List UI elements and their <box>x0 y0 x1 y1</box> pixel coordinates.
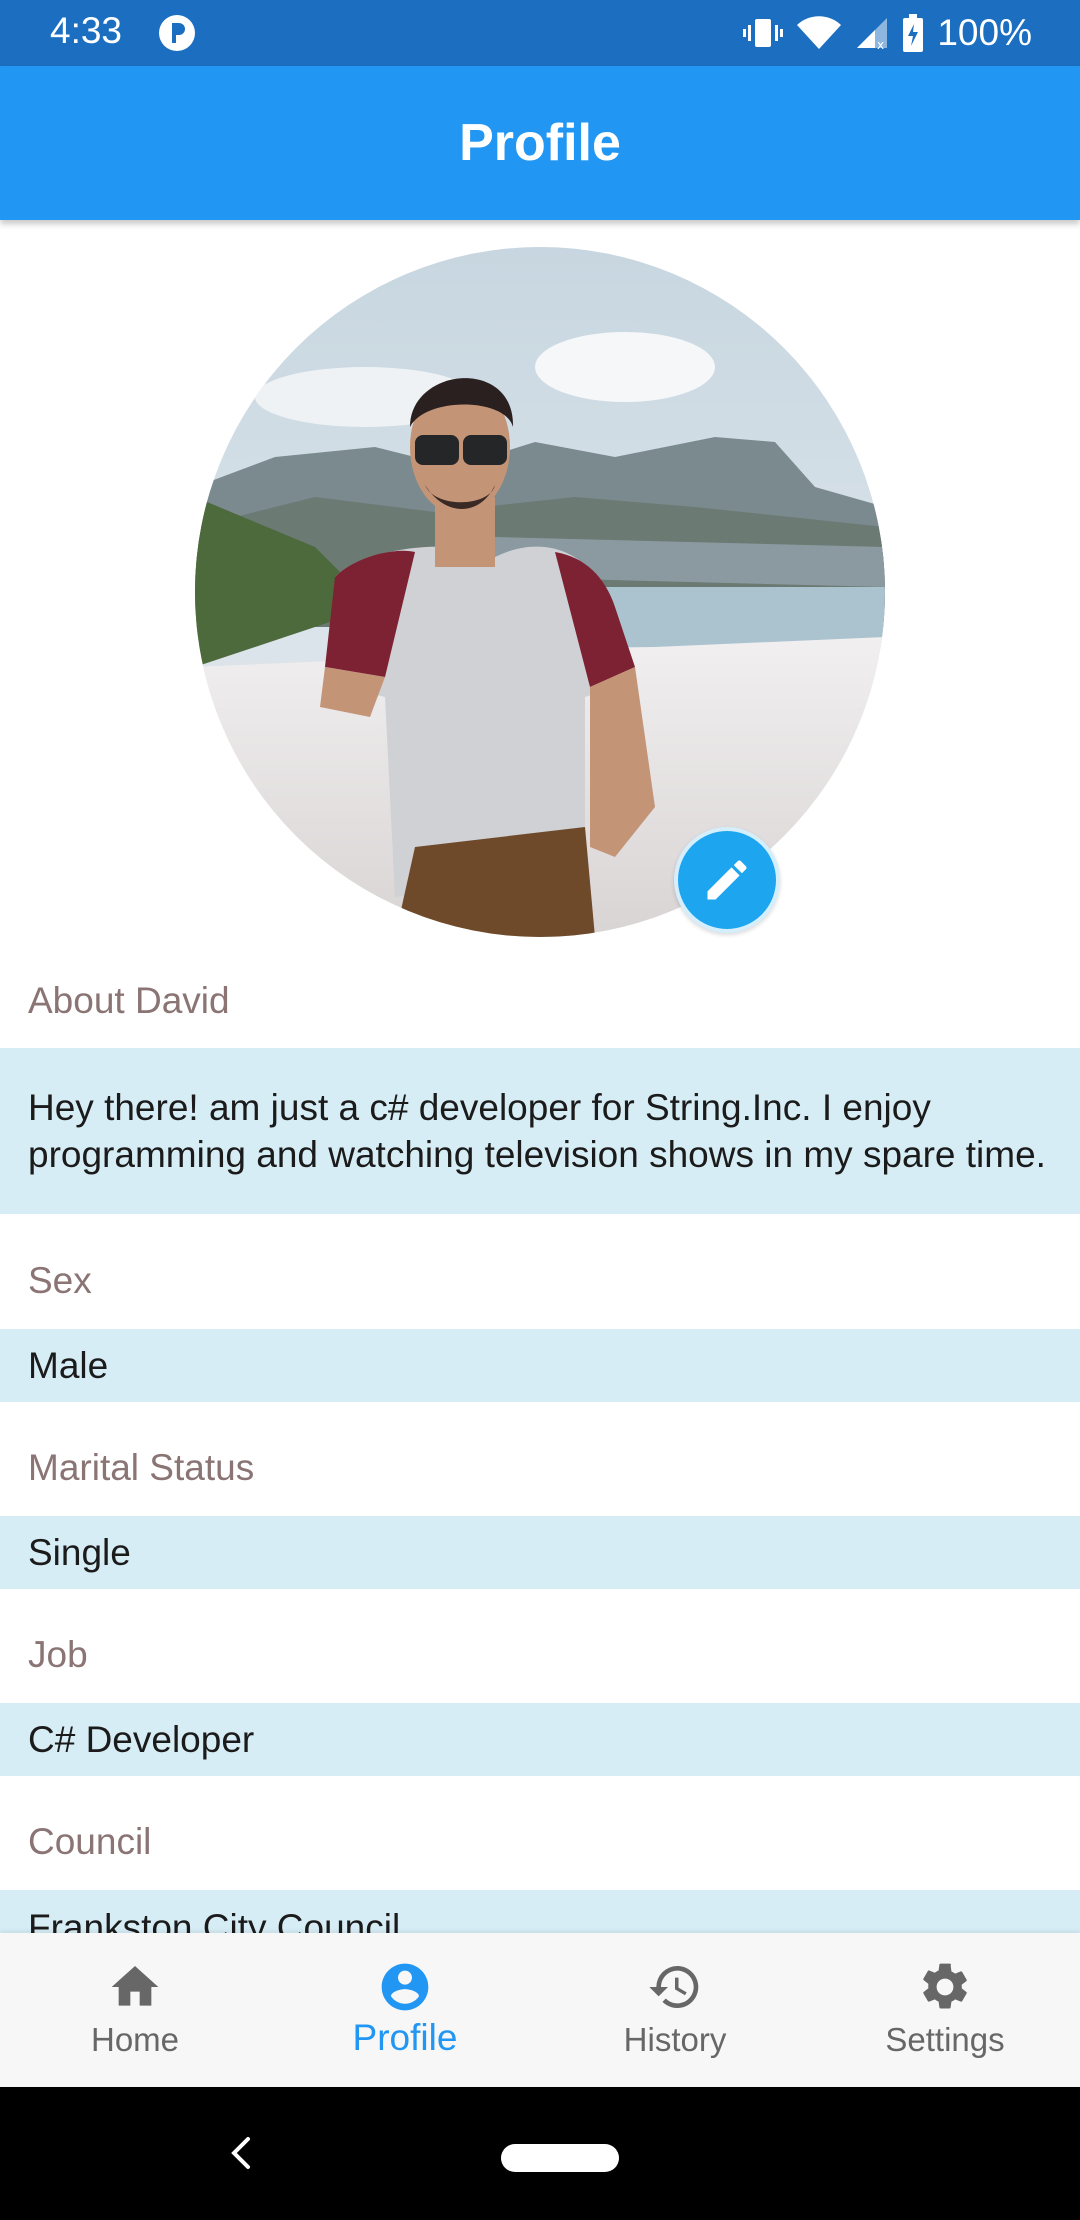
status-icons: x 100% <box>743 10 1032 56</box>
app-notification-icon <box>159 15 195 51</box>
council-label: Council <box>28 1821 152 1862</box>
marital-status-label: Marital Status <box>28 1447 255 1488</box>
job-value: C# Developer <box>0 1703 1080 1776</box>
status-time: 4:33 <box>50 10 123 51</box>
job-label: Job <box>28 1634 88 1675</box>
profile-photo[interactable] <box>195 247 885 937</box>
home-icon <box>111 1966 159 2006</box>
nav-item-home[interactable]: Home <box>0 1933 270 2087</box>
battery-charging-icon <box>903 14 924 52</box>
gear-icon <box>923 1963 967 2009</box>
marital-status-text: Single <box>28 1532 131 1573</box>
history-icon <box>649 1966 699 2008</box>
battery-percentage: 100% <box>937 12 1032 53</box>
nav-item-settings[interactable]: Settings <box>810 1933 1080 2087</box>
nav-item-history[interactable]: History <box>540 1933 810 2087</box>
nav-item-profile[interactable]: Profile <box>270 1933 540 2087</box>
cell-signal-icon: x <box>857 18 888 50</box>
nav-label-history: History <box>623 2021 727 2058</box>
wifi-icon <box>797 16 842 49</box>
pencil-icon <box>707 860 747 900</box>
about-value: Hey there! am just a c# developer for St… <box>0 1048 1080 1214</box>
about-text: Hey there! am just a c# developer for St… <box>28 1087 1046 1175</box>
sex-label: Sex <box>28 1260 92 1301</box>
marital-status-value: Single <box>0 1516 1080 1589</box>
job-text: C# Developer <box>28 1719 255 1760</box>
bottom-navigation: Home Profile History Settings <box>0 1933 1080 2087</box>
sex-text: Male <box>28 1345 109 1386</box>
about-label: About David <box>28 980 230 1021</box>
sex-value: Male <box>0 1329 1080 1402</box>
system-navigation-bar <box>0 2087 1080 2220</box>
nav-label-profile: Profile <box>352 2017 458 2058</box>
app-bar: Profile <box>0 66 1080 220</box>
home-pill-button[interactable] <box>501 2144 619 2172</box>
back-icon[interactable] <box>222 2133 262 2173</box>
account-circle-icon <box>381 1963 429 2011</box>
nav-label-home: Home <box>90 2021 180 2058</box>
vibrate-icon <box>743 19 784 47</box>
page-title: Profile <box>459 114 621 172</box>
status-bar: 4:33 x 100% <box>0 0 1080 66</box>
nav-label-settings: Settings <box>885 2021 1005 2058</box>
svg-text:x: x <box>877 38 884 50</box>
edit-photo-button[interactable] <box>674 827 780 933</box>
